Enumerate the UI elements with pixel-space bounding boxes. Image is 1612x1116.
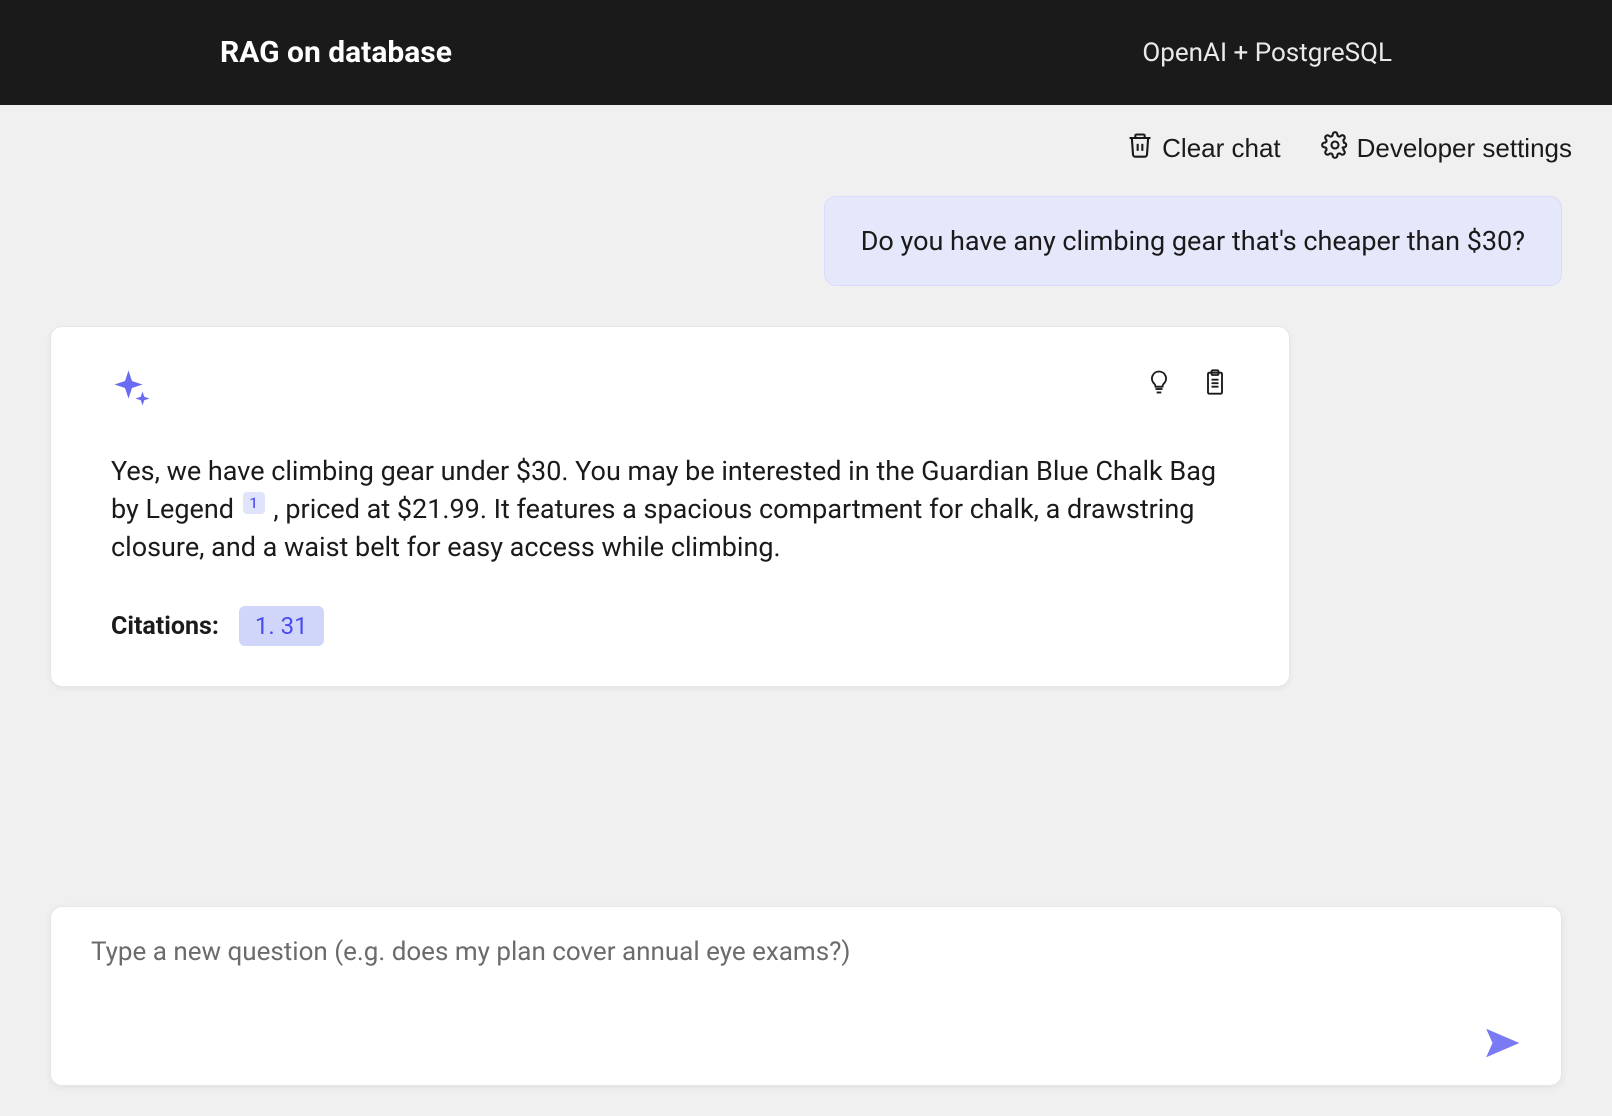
app-title: RAG on database	[220, 35, 452, 70]
input-area	[26, 906, 1586, 1116]
app-subtitle: OpenAI + PostgreSQL	[1142, 38, 1392, 68]
assistant-answer: Yes, we have climbing gear under $30. Yo…	[111, 453, 1229, 566]
citations-label: Citations:	[111, 612, 219, 641]
clear-chat-button[interactable]: Clear chat	[1126, 131, 1281, 166]
clipboard-icon[interactable]	[1201, 367, 1229, 401]
user-message-row: Do you have any climbing gear that's che…	[50, 196, 1562, 286]
developer-settings-label: Developer settings	[1357, 133, 1572, 164]
citations-row: Citations: 1. 31	[111, 606, 1229, 646]
answer-text-post: , priced at $21.99. It features a spacio…	[111, 493, 1194, 563]
clear-chat-label: Clear chat	[1162, 133, 1281, 164]
developer-settings-button[interactable]: Developer settings	[1321, 131, 1572, 166]
toolbar: Clear chat Developer settings	[16, 105, 1596, 176]
send-button[interactable]	[1483, 1024, 1521, 1065]
lightbulb-icon[interactable]	[1145, 367, 1173, 401]
inline-citation[interactable]: 1	[243, 492, 265, 514]
message-input[interactable]	[91, 937, 1521, 997]
send-icon	[1483, 1050, 1521, 1065]
trash-icon	[1126, 131, 1154, 166]
gear-icon	[1321, 131, 1349, 166]
chat-area: Do you have any climbing gear that's che…	[26, 176, 1586, 727]
app-header: RAG on database OpenAI + PostgreSQL	[0, 0, 1612, 105]
sparkle-icon	[111, 367, 153, 413]
assistant-message-card: Yes, we have climbing gear under $30. Yo…	[50, 326, 1290, 687]
user-message-bubble: Do you have any climbing gear that's che…	[824, 196, 1562, 286]
message-input-box	[50, 906, 1562, 1086]
citation-chip[interactable]: 1. 31	[239, 606, 324, 646]
